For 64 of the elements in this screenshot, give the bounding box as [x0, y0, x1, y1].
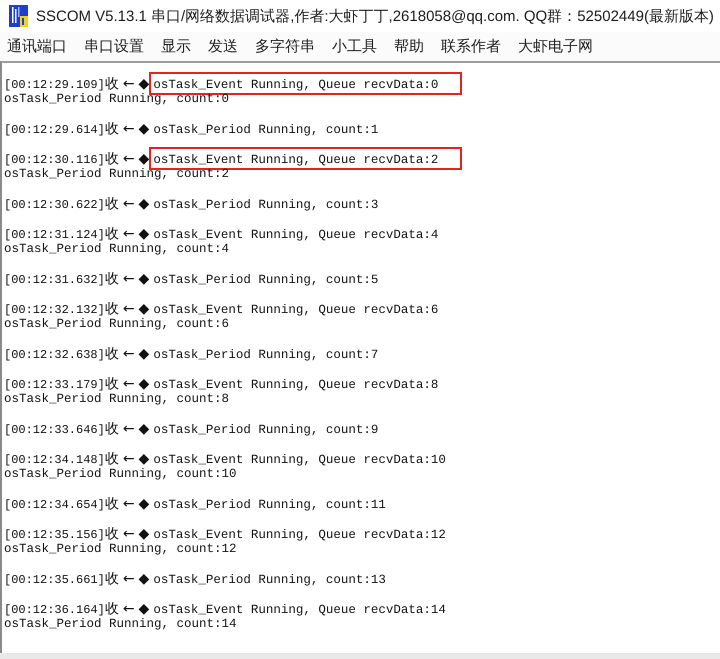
menu-item[interactable]: 通讯端口 — [7, 35, 67, 58]
log-message: osTask_Period Running, count:0 — [4, 92, 230, 106]
log-timestamp: [00:12:30.116] — [4, 153, 105, 167]
log-timestamp: [00:12:30.622] — [4, 198, 105, 212]
menu-item[interactable]: 帮助 — [394, 35, 424, 58]
menu-item[interactable]: 串口设置 — [84, 35, 144, 58]
log-timestamp: [00:12:34.654] — [4, 498, 105, 512]
log-timestamp: [00:12:34.148] — [4, 453, 105, 467]
log-timestamp: [00:12:35.156] — [4, 528, 105, 542]
menu-item[interactable]: 大虾电子网 — [518, 35, 593, 58]
window-title: SSCOM V5.13.1 串口/网络数据调试器,作者:大虾丁丁,2618058@qq.com. QQ群：52502449(最新版本) — [36, 6, 714, 26]
menu-item[interactable]: 小工具 — [332, 35, 377, 58]
log-message: osTask_Period Running, count:5 — [153, 273, 378, 287]
log-message: osTask_Period Running, count:11 — [153, 498, 386, 512]
receive-marker: 收←◆ — [104, 571, 154, 587]
log-message: osTask_Period Running, count:7 — [153, 348, 378, 362]
receive-marker: 收←◆ — [104, 76, 154, 92]
log-message: osTask_Period Running, count:3 — [153, 198, 378, 212]
log-message: osTask_Period Running, count:14 — [4, 617, 237, 631]
log-timestamp: [00:12:35.661] — [4, 573, 105, 587]
receive-marker: 收←◆ — [104, 301, 154, 317]
menu-item[interactable]: 显示 — [161, 35, 191, 58]
log-message: osTask_Period Running, count:13 — [153, 573, 386, 587]
receive-marker: 收←◆ — [104, 196, 154, 212]
log-message: osTask_Period Running, count:6 — [4, 317, 230, 331]
log-timestamp: [00:12:36.164] — [4, 603, 105, 617]
log-timestamp: [00:12:29.109] — [4, 78, 105, 92]
log-message: osTask_Event Running, Queue recvData:14 — [153, 603, 446, 617]
log-timestamp: [00:12:32.132] — [4, 303, 105, 317]
receive-marker: 收←◆ — [104, 271, 154, 287]
log-message: osTask_Period Running, count:2 — [4, 167, 230, 181]
log-message: osTask_Period Running, count:1 — [153, 123, 378, 137]
menu-item[interactable]: 多字符串 — [255, 35, 315, 58]
receive-marker: 收←◆ — [104, 526, 154, 542]
log-message: osTask_Event Running, Queue recvData:0 — [153, 78, 438, 92]
receive-marker: 收←◆ — [104, 121, 154, 137]
log-message: osTask_Event Running, Queue recvData:2 — [153, 153, 438, 167]
log-timestamp: [00:12:31.632] — [4, 273, 105, 287]
receive-marker: 收←◆ — [104, 226, 154, 242]
log-timestamp: [00:12:29.614] — [4, 123, 105, 137]
log-timestamp: [00:12:32.638] — [4, 348, 105, 362]
receive-marker: 收←◆ — [104, 421, 154, 437]
menu-item[interactable]: 发送 — [208, 35, 238, 58]
log-message: osTask_Event Running, Queue recvData:4 — [153, 228, 438, 242]
receive-marker: 收←◆ — [104, 496, 154, 512]
menu-item[interactable]: 联系作者 — [441, 35, 501, 58]
receive-marker: 收←◆ — [104, 451, 154, 467]
log-timestamp: [00:12:31.124] — [4, 228, 105, 242]
receive-marker: 收←◆ — [104, 601, 154, 617]
log-message: osTask_Period Running, count:4 — [4, 242, 230, 256]
log-message: osTask_Period Running, count:10 — [4, 467, 237, 481]
log-timestamp: [00:12:33.179] — [4, 378, 105, 392]
log-message: osTask_Event Running, Queue recvData:12 — [153, 528, 446, 542]
app-icon — [9, 5, 28, 27]
log-message: osTask_Event Running, Queue recvData:10 — [153, 453, 446, 467]
log-timestamp: [00:12:33.646] — [4, 423, 105, 437]
receive-marker: 收←◆ — [104, 151, 154, 167]
receive-marker: 收←◆ — [104, 346, 154, 362]
log-message: osTask_Period Running, count:12 — [4, 542, 237, 556]
log-message: osTask_Period Running, count:8 — [4, 392, 230, 406]
log-message: osTask_Period Running, count:9 — [153, 423, 378, 437]
receive-marker: 收←◆ — [104, 376, 154, 392]
log-message: osTask_Event Running, Queue recvData:6 — [153, 303, 438, 317]
log-message: osTask_Event Running, Queue recvData:8 — [153, 378, 438, 392]
